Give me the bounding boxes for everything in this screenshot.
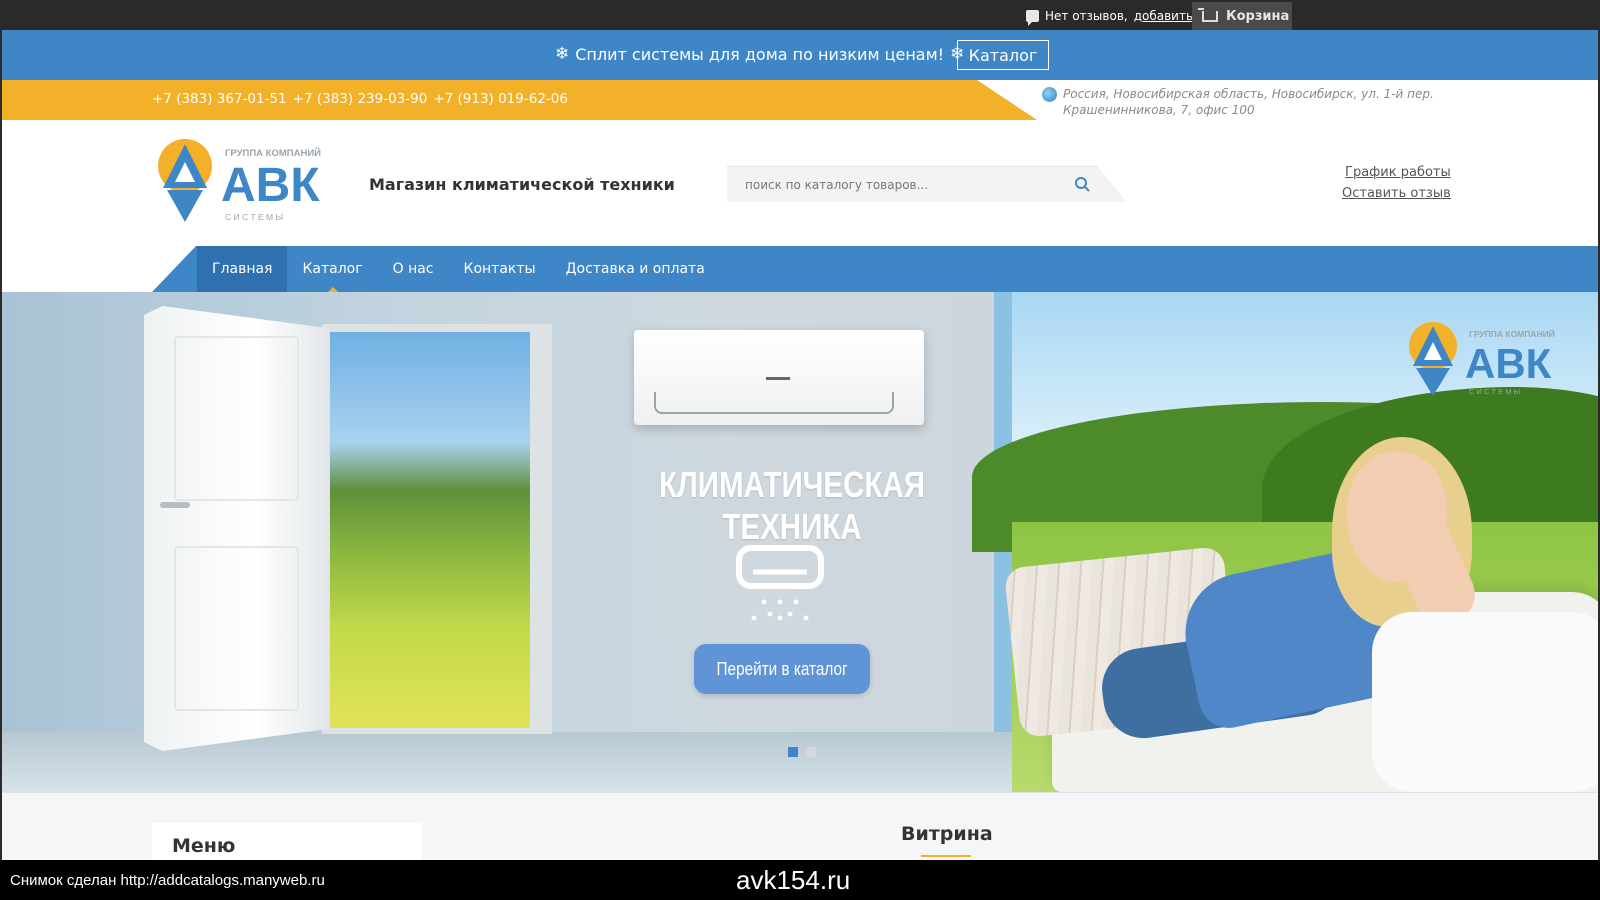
ac-vent [654, 392, 894, 414]
nav-label: Контакты [463, 261, 536, 277]
hero-logo-main-text: АВК [1465, 340, 1552, 387]
reviews-info: Нет отзывов, добавить [1026, 6, 1193, 26]
search-box [727, 166, 1127, 202]
phone-1[interactable]: +7 (383) 367-01-51 [152, 91, 287, 107]
reviews-text: Нет отзывов, [1045, 9, 1128, 23]
search-icon[interactable] [1074, 176, 1090, 192]
cart-button[interactable]: Корзина [1192, 2, 1292, 30]
nav-label: Доставка и оплата [565, 261, 705, 277]
showcase-title: Витрина [901, 823, 993, 845]
menu-title: Меню [172, 835, 236, 857]
phone-2[interactable]: +7 (383) 239-03-90 [293, 91, 428, 107]
air-conditioner-icon [736, 545, 824, 621]
contact-strip: +7 (383) 367-01-51 +7 (383) 239-03-90 +7… [2, 80, 1598, 120]
work-schedule-link[interactable]: График работы [1342, 162, 1451, 183]
go-to-catalog-button[interactable]: Перейти в каталог [694, 644, 870, 694]
ac-brand-mark [766, 377, 790, 380]
add-review-link[interactable]: добавить [1134, 9, 1193, 23]
nav-label: О нас [392, 261, 434, 277]
hero-logo-top-text: ГРУППА КОМПАНИЙ [1469, 328, 1555, 339]
slider-dots [788, 747, 816, 757]
nav-label: Каталог [302, 261, 363, 277]
slider-dot[interactable] [788, 747, 798, 757]
air-conditioner-image [634, 330, 924, 425]
address-line-2: Крашенинникова, 7, офис 100 [1063, 103, 1255, 117]
snowflake-icon: ❄ [555, 44, 570, 64]
header-links: График работы Оставить отзыв [1342, 162, 1451, 204]
leave-review-link[interactable]: Оставить отзыв [1342, 183, 1451, 204]
hero-logo-graphic: ГРУППА КОМПАНИЙ АВК С И С Т Е М Ы [1409, 322, 1555, 396]
caption-source: Снимок сделан http://addcatalogs.manyweb… [10, 872, 325, 889]
content-area: Меню Витрина [2, 792, 1598, 860]
nav-label: Главная [212, 261, 273, 277]
hero-logo-bottom-text: С И С Т Е М Ы [1469, 387, 1521, 396]
nav-item-catalog[interactable]: Каталог [287, 246, 377, 293]
showcase-underline [921, 855, 971, 857]
promo-text: Сплит системы для дома по низким ценам! [575, 44, 945, 64]
browser-page: Нет отзывов, добавить Корзина ❄ Сплит си… [0, 0, 1600, 860]
phone-list: +7 (383) 367-01-51 +7 (383) 239-03-90 +7… [152, 91, 568, 107]
hero-slider: КЛИМАТИЧЕСКАЯ ТЕХНИКА Перейти в каталог [2, 292, 1598, 792]
door-landscape-image [330, 332, 530, 728]
address-line-1: Россия, Новосибирская область, Новосибир… [1063, 87, 1434, 101]
search-input[interactable] [727, 167, 1077, 202]
hero-title: КЛИМАТИЧЕСКАЯ ТЕХНИКА [659, 464, 925, 547]
hero-button-label: Перейти в каталог [716, 658, 848, 679]
cart-icon [1198, 7, 1218, 22]
slider-dot[interactable] [806, 747, 816, 757]
main-nav: Главная Каталог О нас Контакты Доставка … [197, 246, 720, 293]
nav-item-home[interactable]: Главная [197, 246, 288, 292]
comment-icon [1026, 10, 1039, 26]
pillow [1372, 612, 1598, 792]
site-logo[interactable]: ГРУППА КОМПАНИЙ АВК С И С Т Е М Ы [157, 138, 337, 228]
logo-top-text: ГРУППА КОМПАНИЙ [225, 147, 321, 159]
sidebar-menu: Меню [152, 823, 422, 860]
logo-bottom-text: С И С Т Е М Ы [225, 212, 283, 222]
logo-graphic: ГРУППА КОМПАНИЙ АВК С И С Т Е М Ы [158, 139, 321, 222]
nav-item-contacts[interactable]: Контакты [449, 246, 551, 292]
globe-icon [1042, 87, 1057, 102]
catalog-promo-button[interactable]: Каталог [957, 40, 1049, 70]
door-panel [174, 336, 299, 501]
address: Россия, Новосибирская область, Новосибир… [1042, 86, 1434, 118]
open-door-image [144, 306, 329, 751]
caption-domain: avk154.ru [736, 865, 851, 895]
nav-item-about[interactable]: О нас [378, 246, 449, 292]
cart-label: Корзина [1226, 8, 1290, 24]
top-bar: Нет отзывов, добавить Корзина [2, 2, 1598, 30]
hero-logo: ГРУППА КОМПАНИЙ АВК С И С Т Е М Ы [1407, 320, 1577, 400]
promo-text-wrap: ❄ Сплит системы для дома по низким ценам… [555, 44, 964, 64]
phone-3[interactable]: +7 (913) 019-62-06 [433, 91, 568, 107]
door-handle [160, 502, 190, 508]
phones-band: +7 (383) 367-01-51 +7 (383) 239-03-90 +7… [2, 80, 1037, 120]
screenshot-caption: Снимок сделан http://addcatalogs.manyweb… [0, 860, 1600, 900]
door-panel [174, 546, 299, 711]
logo-main-text: АВК [221, 159, 320, 212]
nav-item-delivery[interactable]: Доставка и оплата [551, 246, 720, 292]
promo-banner: ❄ Сплит системы для дома по низким ценам… [2, 30, 1598, 80]
store-title: Магазин климатической техники [369, 175, 675, 194]
